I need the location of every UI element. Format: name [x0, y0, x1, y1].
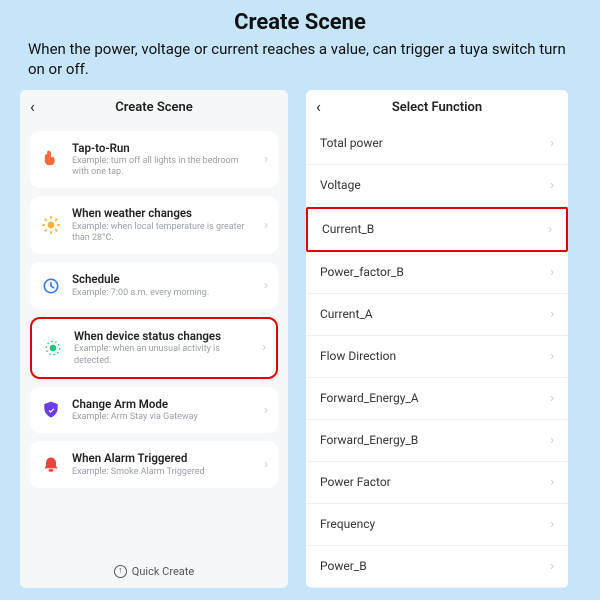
chevron-right-icon: › [550, 178, 554, 193]
clock-icon [40, 275, 62, 297]
chevron-right-icon: › [262, 340, 266, 355]
function-label: Total power [320, 136, 383, 150]
card-title: Tap-to-Run [72, 141, 254, 155]
function-row-forward-energy-a[interactable]: Forward_Energy_A › [306, 378, 568, 420]
function-label: Voltage [320, 178, 361, 192]
function-label: Forward_Energy_B [320, 433, 418, 447]
create-scene-screen: ‹ Create Scene Tap-to-Run Example: turn … [20, 90, 288, 588]
function-row-flow-direction[interactable]: Flow Direction › [306, 336, 568, 378]
function-row-total-power[interactable]: Total power › [306, 123, 568, 165]
chevron-right-icon: › [550, 433, 554, 448]
page-title: Create Scene [28, 10, 572, 35]
function-label: Power_B [320, 559, 367, 573]
function-label: Flow Direction [320, 349, 396, 363]
screen-header: ‹ Select Function [306, 90, 568, 123]
function-label: Forward_Energy_A [320, 391, 419, 405]
card-subtitle: Example: when local temperature is great… [72, 222, 254, 245]
card-change-arm-mode[interactable]: Change Arm Mode Example: Arm Stay via Ga… [30, 387, 278, 434]
screen-title: Select Function [318, 100, 556, 115]
alarm-icon [40, 454, 62, 476]
function-label: Power Factor [320, 475, 391, 489]
chevron-right-icon: › [550, 307, 554, 322]
device-status-icon [42, 337, 64, 359]
function-row-frequency[interactable]: Frequency › [306, 504, 568, 546]
chevron-right-icon: › [264, 152, 268, 167]
card-subtitle: Example: Smoke Alarm Triggered [72, 467, 254, 478]
quick-create-button[interactable]: ↑ Quick Create [30, 555, 278, 588]
chevron-right-icon: › [550, 391, 554, 406]
card-title: When weather changes [72, 206, 254, 220]
function-row-current-b[interactable]: Current_B › [306, 207, 568, 252]
chevron-right-icon: › [264, 278, 268, 293]
chevron-right-icon: › [264, 457, 268, 472]
card-title: When Alarm Triggered [72, 451, 254, 465]
card-title: Schedule [72, 272, 254, 286]
chevron-right-icon: › [550, 136, 554, 151]
quick-create-label: Quick Create [132, 565, 194, 578]
chevron-right-icon: › [550, 265, 554, 280]
card-subtitle: Example: 7:00 a.m. every morning. [72, 288, 254, 299]
back-icon[interactable]: ‹ [30, 99, 35, 115]
function-row-forward-energy-b[interactable]: Forward_Energy_B › [306, 420, 568, 462]
card-subtitle: Example: when an unusual activity is det… [74, 344, 252, 367]
function-label: Power_factor_B [320, 265, 404, 279]
chevron-right-icon: › [550, 475, 554, 490]
card-title: When device status changes [74, 329, 252, 343]
function-label: Current_B [322, 222, 374, 236]
select-function-screen: ‹ Select Function Total power › Voltage … [306, 90, 568, 588]
card-subtitle: Example: Arm Stay via Gateway [72, 412, 254, 423]
chevron-right-icon: › [550, 517, 554, 532]
plus-circle-icon: ↑ [114, 565, 127, 578]
page-subtitle: When the power, voltage or current reach… [28, 39, 572, 80]
chevron-right-icon: › [550, 349, 554, 364]
card-weather-changes[interactable]: When weather changes Example: when local… [30, 196, 278, 254]
function-row-power-factor[interactable]: Power Factor › [306, 462, 568, 504]
shield-icon [40, 399, 62, 421]
screen-header: ‹ Create Scene [20, 90, 288, 123]
card-device-status-changes[interactable]: When device status changes Example: when… [30, 317, 278, 379]
chevron-right-icon: › [264, 403, 268, 418]
function-label: Current_A [320, 307, 373, 321]
function-list: Total power › Voltage › Current_B › Powe… [306, 123, 568, 588]
card-title: Change Arm Mode [72, 397, 254, 411]
card-alarm-triggered[interactable]: When Alarm Triggered Example: Smoke Alar… [30, 441, 278, 488]
function-row-power-b[interactable]: Power_B › [306, 546, 568, 588]
function-row-current-a[interactable]: Current_A › [306, 294, 568, 336]
function-row-voltage[interactable]: Voltage › [306, 165, 568, 207]
chevron-right-icon: › [550, 559, 554, 574]
function-row-power-factor-b[interactable]: Power_factor_B › [306, 252, 568, 294]
chevron-right-icon: › [548, 222, 552, 237]
screen-title: Create Scene [32, 100, 276, 115]
card-schedule[interactable]: Schedule Example: 7:00 a.m. every mornin… [30, 262, 278, 309]
card-subtitle: Example: turn off all lights in the bedr… [72, 156, 254, 179]
tap-icon [40, 148, 62, 170]
sun-icon [40, 214, 62, 236]
back-icon[interactable]: ‹ [316, 99, 321, 115]
chevron-right-icon: › [264, 218, 268, 233]
function-label: Frequency [320, 517, 375, 531]
card-tap-to-run[interactable]: Tap-to-Run Example: turn off all lights … [30, 131, 278, 189]
scene-card-list: Tap-to-Run Example: turn off all lights … [20, 123, 288, 588]
